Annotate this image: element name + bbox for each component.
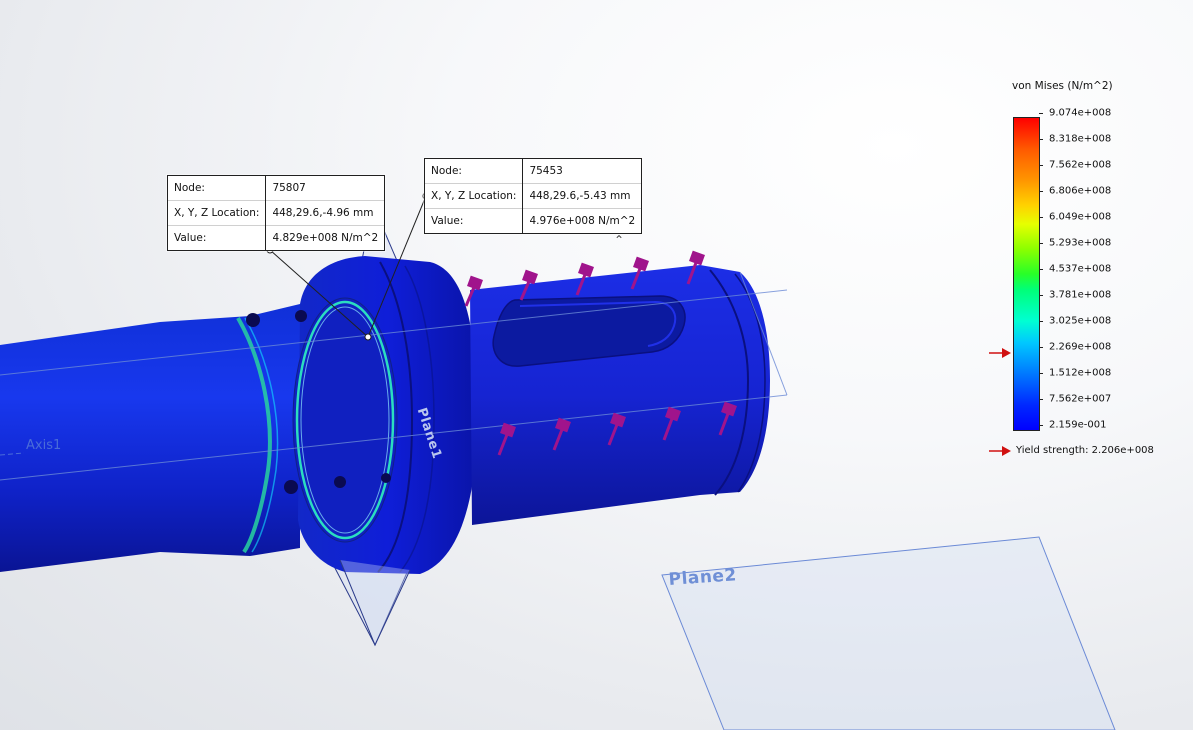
probe1-val-location: 448,29.6,-4.96 mm [265,200,385,226]
legend-label: 4.537e+008 [1049,263,1112,275]
legend-tick [1039,347,1043,348]
probe1-key-location: X, Y, Z Location: [168,200,267,226]
probe2-key-value: Value: [425,208,524,233]
red-arrow-icon [989,446,1011,456]
legend-label: 1.512e+008 [1049,367,1112,379]
probe-node-marker[interactable] [364,333,372,341]
legend-label: 3.025e+008 [1049,315,1112,327]
probe1-val-node: 75807 [272,182,306,194]
legend-tick [1039,295,1043,296]
legend-tick [1039,191,1043,192]
legend-tick [1039,139,1043,140]
red-arrow-icon [989,348,1011,359]
legend-tick [1039,425,1043,426]
legend-label: 3.781e+008 [1049,289,1112,301]
legend-tick [1039,321,1043,322]
plane1-front [339,559,411,647]
probe2-row-node: Node: 75453 [425,159,641,184]
legend-label: 2.159e-001 [1049,419,1107,431]
legend-label: 7.562e+007 [1049,393,1112,405]
legend-tick [1039,165,1043,166]
legend-label: 8.318e+008 [1049,133,1112,145]
legend-tick [1039,373,1043,374]
legend-label: 9.074e+008 [1049,107,1112,119]
probe2-row-value: Value: 4.976e+008 N/m^2 [425,208,642,233]
probe1-row-value: Value: 4.829e+008 N/m^2 [168,225,385,250]
legend-label: 6.806e+008 [1049,185,1112,197]
probe1-val-value: 4.829e+008 N/m^2 [265,225,385,250]
yield-strength-label: Yield strength: 2.206e+008 [1016,445,1154,456]
legend-tick [1039,113,1043,114]
legend-tick [1039,243,1043,244]
legend-title: von Mises (N/m^2) [1012,80,1113,92]
legend-label: 6.049e+008 [1049,211,1112,223]
probe2-row-location: X, Y, Z Location: 448,29.6,-5.43 mm [425,183,642,209]
legend-label: 2.269e+008 [1049,341,1112,353]
axis1-label[interactable]: Axis1 [26,438,61,453]
probe2-key-node: Node: [425,159,524,184]
probe1-row-location: X, Y, Z Location: 448,29.6,-4.96 mm [168,200,385,226]
probe2-key-location: X, Y, Z Location: [425,183,524,209]
probe1-row-node: Node: 75807 [168,176,384,201]
legend-tick [1039,217,1043,218]
probe1-key-node: Node: [168,176,267,201]
legend-tick [1039,399,1043,400]
probe1-key-value: Value: [168,225,267,250]
collar-face[interactable] [292,297,398,543]
chevron-up-icon[interactable]: ⌃ [612,234,626,246]
probe2-val-value: 4.976e+008 N/m^2 [522,208,642,233]
legend-color-bar[interactable] [1013,117,1040,431]
legend-label: 5.293e+008 [1049,237,1112,249]
probe2-val-node: 75453 [529,165,563,177]
legend-label: 7.562e+008 [1049,159,1112,171]
probe-tooltip-2[interactable]: Node: 75453 X, Y, Z Location: 448,29.6,-… [424,158,643,234]
probe-tooltip-1[interactable]: Node: 75807 X, Y, Z Location: 448,29.6,-… [167,175,386,251]
probe2-val-location: 448,29.6,-5.43 mm [522,183,642,209]
legend-tick [1039,269,1043,270]
